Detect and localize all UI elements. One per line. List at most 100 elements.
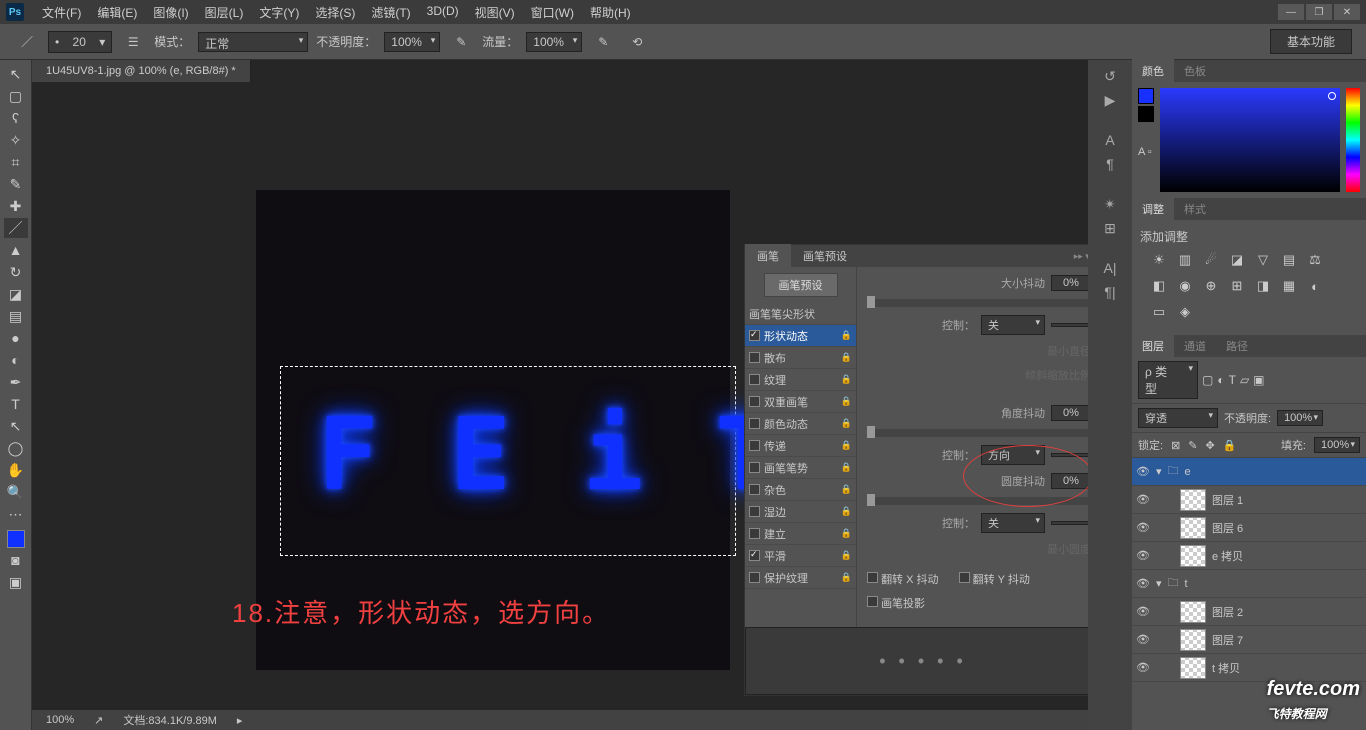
control1-select[interactable]: 关 bbox=[981, 315, 1045, 335]
lock-all-icon[interactable]: 🔒 bbox=[1223, 439, 1237, 452]
layer-row[interactable]: 👁 图层 6 bbox=[1132, 514, 1366, 542]
layer-name[interactable]: t 拷贝 bbox=[1212, 660, 1240, 676]
eyedropper-tool[interactable]: ✎ bbox=[4, 174, 28, 194]
checkbox-icon[interactable] bbox=[749, 330, 760, 341]
actions-icon[interactable]: ▶ bbox=[1099, 92, 1121, 110]
visibility-icon[interactable]: 👁 bbox=[1136, 521, 1150, 534]
visibility-icon[interactable]: 👁 bbox=[1136, 465, 1150, 478]
brush-option-row[interactable]: 散布🔒 bbox=[745, 347, 856, 369]
blend-mode-select[interactable]: 正常 bbox=[198, 32, 308, 52]
paragraph-icon[interactable]: ¶ bbox=[1099, 156, 1121, 174]
close-button[interactable]: ✕ bbox=[1334, 4, 1360, 20]
selective-color-icon[interactable]: ◈ bbox=[1176, 303, 1194, 321]
brush-projection-checkbox[interactable]: 画笔投影 bbox=[867, 595, 1088, 611]
checkbox-icon[interactable] bbox=[749, 396, 760, 407]
brush-tool[interactable]: ／ bbox=[4, 218, 28, 238]
filter-smart-icon[interactable]: ▣ bbox=[1253, 373, 1264, 387]
brush-option-row[interactable]: 画笔笔势🔒 bbox=[745, 457, 856, 479]
chevron-down-icon[interactable]: ▾ bbox=[1156, 465, 1162, 478]
clone-source-icon[interactable]: ⊞ bbox=[1099, 220, 1121, 238]
size-jitter-value[interactable]: 0% bbox=[1051, 275, 1088, 291]
visibility-icon[interactable]: 👁 bbox=[1136, 493, 1150, 506]
filter-pixel-icon[interactable]: ▢ bbox=[1202, 373, 1213, 387]
tab-color[interactable]: 颜色 bbox=[1132, 59, 1174, 83]
brush-presets-icon[interactable]: ✴ bbox=[1099, 196, 1121, 214]
minimize-button[interactable]: — bbox=[1278, 4, 1304, 20]
brush-option-row[interactable]: 颜色动态🔒 bbox=[745, 413, 856, 435]
visibility-icon[interactable]: 👁 bbox=[1136, 661, 1150, 674]
tab-brush-presets[interactable]: 画笔预设 bbox=[791, 244, 859, 268]
lock-position-icon[interactable]: ✥ bbox=[1206, 439, 1215, 452]
tab-adjustments[interactable]: 调整 bbox=[1132, 197, 1174, 221]
round-jitter-slider[interactable] bbox=[867, 497, 1088, 505]
character-icon[interactable]: A bbox=[1099, 132, 1121, 150]
size-jitter-slider[interactable] bbox=[867, 299, 1088, 307]
foreground-color[interactable] bbox=[7, 530, 25, 548]
checkbox-icon[interactable] bbox=[749, 352, 760, 363]
visibility-icon[interactable]: 👁 bbox=[1136, 605, 1150, 618]
bw-icon[interactable]: ◧ bbox=[1150, 277, 1168, 295]
layer-thumbnail[interactable] bbox=[1180, 657, 1206, 679]
brush-option-row[interactable]: 湿边🔒 bbox=[745, 501, 856, 523]
layer-name[interactable]: e 拷贝 bbox=[1212, 548, 1243, 564]
vibrance-icon[interactable]: ▽ bbox=[1254, 251, 1272, 269]
color-field[interactable] bbox=[1160, 88, 1340, 192]
brush-option-row[interactable]: 双重画笔🔒 bbox=[745, 391, 856, 413]
edit-toolbar-icon[interactable]: ⋯ bbox=[4, 504, 28, 524]
eraser-tool[interactable]: ◪ bbox=[4, 284, 28, 304]
menu-item[interactable]: 选择(S) bbox=[307, 4, 363, 21]
layer-thumbnail[interactable] bbox=[1180, 545, 1206, 567]
hue-slider[interactable] bbox=[1346, 88, 1360, 192]
layer-name[interactable]: 图层 7 bbox=[1212, 632, 1243, 648]
checkbox-icon[interactable] bbox=[749, 528, 760, 539]
control2-select[interactable]: 方向 bbox=[981, 445, 1045, 465]
panel-collapse-icon[interactable]: ▸▸ ▾≡ bbox=[1068, 251, 1088, 262]
menu-item[interactable]: 编辑(E) bbox=[89, 4, 145, 21]
marquee-tool[interactable]: ▢ bbox=[4, 86, 28, 106]
tab-swatches[interactable]: 色板 bbox=[1174, 59, 1216, 83]
menu-item[interactable]: 视图(V) bbox=[467, 4, 523, 21]
menu-item[interactable]: 滤镜(T) bbox=[363, 4, 418, 21]
pen-tool[interactable]: ✒ bbox=[4, 372, 28, 392]
crop-tool[interactable]: ⌗ bbox=[4, 152, 28, 172]
tab-styles[interactable]: 样式 bbox=[1174, 197, 1216, 221]
blend-mode-select[interactable]: 穿透 bbox=[1138, 408, 1218, 428]
layer-row[interactable]: 👁 图层 2 bbox=[1132, 598, 1366, 626]
move-tool[interactable]: ↖ bbox=[4, 64, 28, 84]
checkbox-icon[interactable] bbox=[749, 462, 760, 473]
round-jitter-value[interactable]: 0% bbox=[1051, 473, 1088, 489]
shape-tool[interactable]: ◯ bbox=[4, 438, 28, 458]
color-mode-icon[interactable]: A ▫ bbox=[1138, 146, 1154, 158]
document-tab[interactable]: 1U45UV8-1.jpg @ 100% (e, RGB/8#) * bbox=[32, 60, 251, 82]
exposure-icon[interactable]: ◪ bbox=[1228, 251, 1246, 269]
opacity-pressure-icon[interactable]: ✎ bbox=[448, 29, 474, 55]
layer-name[interactable]: 图层 6 bbox=[1212, 520, 1243, 536]
checkbox-icon[interactable] bbox=[749, 374, 760, 385]
menu-item[interactable]: 图像(I) bbox=[145, 4, 196, 21]
brush-option-row[interactable]: 建立🔒 bbox=[745, 523, 856, 545]
brightness-icon[interactable]: ☀ bbox=[1150, 251, 1168, 269]
menu-item[interactable]: 窗口(W) bbox=[523, 4, 582, 21]
tab-brush[interactable]: 画笔 bbox=[745, 244, 791, 268]
hand-tool[interactable]: ✋ bbox=[4, 460, 28, 480]
dodge-tool[interactable]: ◐ bbox=[4, 350, 28, 370]
screen-mode-icon[interactable]: ▣ bbox=[4, 572, 28, 592]
angle-jitter-value[interactable]: 0% bbox=[1051, 405, 1088, 421]
layer-filter-select[interactable]: ρ 类型 bbox=[1138, 361, 1198, 399]
menu-item[interactable]: 文件(F) bbox=[34, 4, 89, 21]
layer-name[interactable]: 图层 1 bbox=[1212, 492, 1243, 508]
layer-fill-input[interactable]: 100% bbox=[1314, 437, 1360, 453]
brush-preset-picker[interactable]: •20▾ bbox=[48, 31, 112, 53]
layer-name[interactable]: 图层 2 bbox=[1212, 604, 1243, 620]
threshold-icon[interactable]: ◐ bbox=[1306, 277, 1324, 295]
layer-row[interactable]: 👁图层 7 bbox=[1132, 626, 1366, 654]
menu-item[interactable]: 3D(D) bbox=[419, 4, 467, 21]
brush-option-row[interactable]: 保护纹理🔒 bbox=[745, 567, 856, 589]
bg-swatch[interactable] bbox=[1138, 106, 1154, 122]
layer-row[interactable]: 👁e 拷贝 bbox=[1132, 542, 1366, 570]
layer-thumbnail[interactable] bbox=[1180, 601, 1206, 623]
brush-option-row[interactable]: 平滑🔒 bbox=[745, 545, 856, 567]
angle-jitter-slider[interactable] bbox=[867, 429, 1088, 437]
tab-paths[interactable]: 路径 bbox=[1216, 334, 1258, 358]
checkbox-icon[interactable] bbox=[749, 440, 760, 451]
